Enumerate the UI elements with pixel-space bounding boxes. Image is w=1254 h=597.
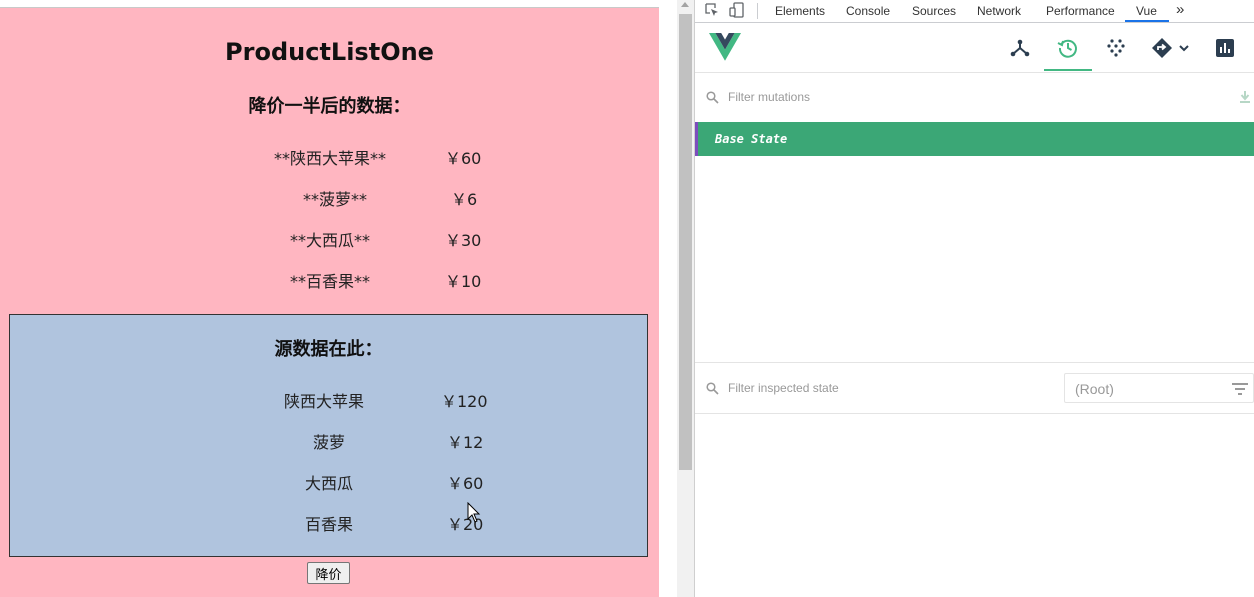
- router-icon[interactable]: [1150, 36, 1174, 60]
- product-price: ￥30: [445, 231, 482, 250]
- source-heading: 源数据在此：: [274, 339, 383, 360]
- product-name: 大西瓜: [305, 474, 354, 493]
- product-price: ￥12: [447, 433, 484, 452]
- active-tab-indicator: [1125, 20, 1169, 22]
- product-name: **陕西大苹果**: [274, 149, 387, 168]
- root-select-value: (Root): [1075, 381, 1114, 397]
- download-icon[interactable]: [1239, 90, 1251, 104]
- reduce-price-button[interactable]: 降价: [307, 562, 350, 584]
- scroll-up-arrow-icon[interactable]: [681, 2, 689, 7]
- discount-heading: 降价一半后的数据：: [248, 96, 411, 117]
- search-icon: [706, 91, 719, 104]
- product-price: ￥60: [447, 474, 484, 493]
- tab-separator: [757, 3, 758, 19]
- root-select[interactable]: (Root): [1064, 373, 1254, 403]
- tab-sources[interactable]: Sources: [912, 4, 956, 18]
- components-icon[interactable]: [1008, 36, 1032, 60]
- vue-logo: [709, 33, 741, 61]
- search-icon: [706, 382, 719, 395]
- filter-list-icon[interactable]: [1231, 382, 1249, 396]
- app-pane: ProductListOne 降价一半后的数据： **陕西大苹果** ￥60 *…: [0, 7, 659, 597]
- mutation-filter-input[interactable]: Filter mutations: [728, 90, 810, 104]
- product-price: ￥120: [441, 392, 488, 411]
- more-tabs-button[interactable]: »: [1176, 1, 1184, 18]
- tab-console[interactable]: Console: [846, 4, 890, 18]
- tab-vue[interactable]: Vue: [1136, 4, 1157, 18]
- source-data-box: 源数据在此： 陕西大苹果 ￥120 菠萝 ￥12 大西瓜 ￥60 百香果 ￥20: [9, 314, 648, 557]
- device-toolbar-icon[interactable]: [729, 2, 745, 18]
- product-name: **大西瓜**: [290, 231, 371, 250]
- performance-icon[interactable]: [1213, 36, 1237, 60]
- product-name: **菠萝**: [303, 190, 368, 209]
- page-title: ProductListOne: [225, 38, 434, 66]
- tab-elements[interactable]: Elements: [775, 4, 825, 18]
- product-price: ￥6: [451, 190, 478, 209]
- product-name: 陕西大苹果: [284, 392, 365, 411]
- mouse-cursor-icon: [467, 502, 481, 523]
- active-tool-indicator: [1044, 69, 1092, 71]
- product-name: **百香果**: [290, 272, 371, 291]
- devtools-panel: Elements Console Sources Network Perform…: [695, 0, 1254, 597]
- inspect-element-icon[interactable]: [704, 2, 720, 18]
- devtools-tab-bar: Elements Console Sources Network Perform…: [695, 0, 1254, 23]
- base-state-entry[interactable]: Base State: [695, 122, 1254, 156]
- mutation-filter-bar: Filter mutations: [695, 73, 1254, 121]
- tab-network[interactable]: Network: [977, 4, 1021, 18]
- scrollbar-thumb[interactable]: [679, 14, 692, 470]
- vue-toolbar: [695, 23, 1254, 73]
- state-filter-input[interactable]: Filter inspected state: [728, 381, 839, 395]
- state-filter-bar: Filter inspected state (Root): [695, 363, 1254, 414]
- events-icon[interactable]: [1104, 36, 1128, 60]
- product-price: ￥60: [445, 149, 482, 168]
- base-state-label: Base State: [715, 132, 788, 146]
- product-name: 百香果: [305, 515, 354, 534]
- chevron-down-icon[interactable]: [1178, 42, 1190, 54]
- tab-performance[interactable]: Performance: [1046, 4, 1115, 18]
- history-icon[interactable]: [1056, 36, 1080, 60]
- product-price: ￥10: [445, 272, 482, 291]
- product-name: 菠萝: [313, 433, 346, 452]
